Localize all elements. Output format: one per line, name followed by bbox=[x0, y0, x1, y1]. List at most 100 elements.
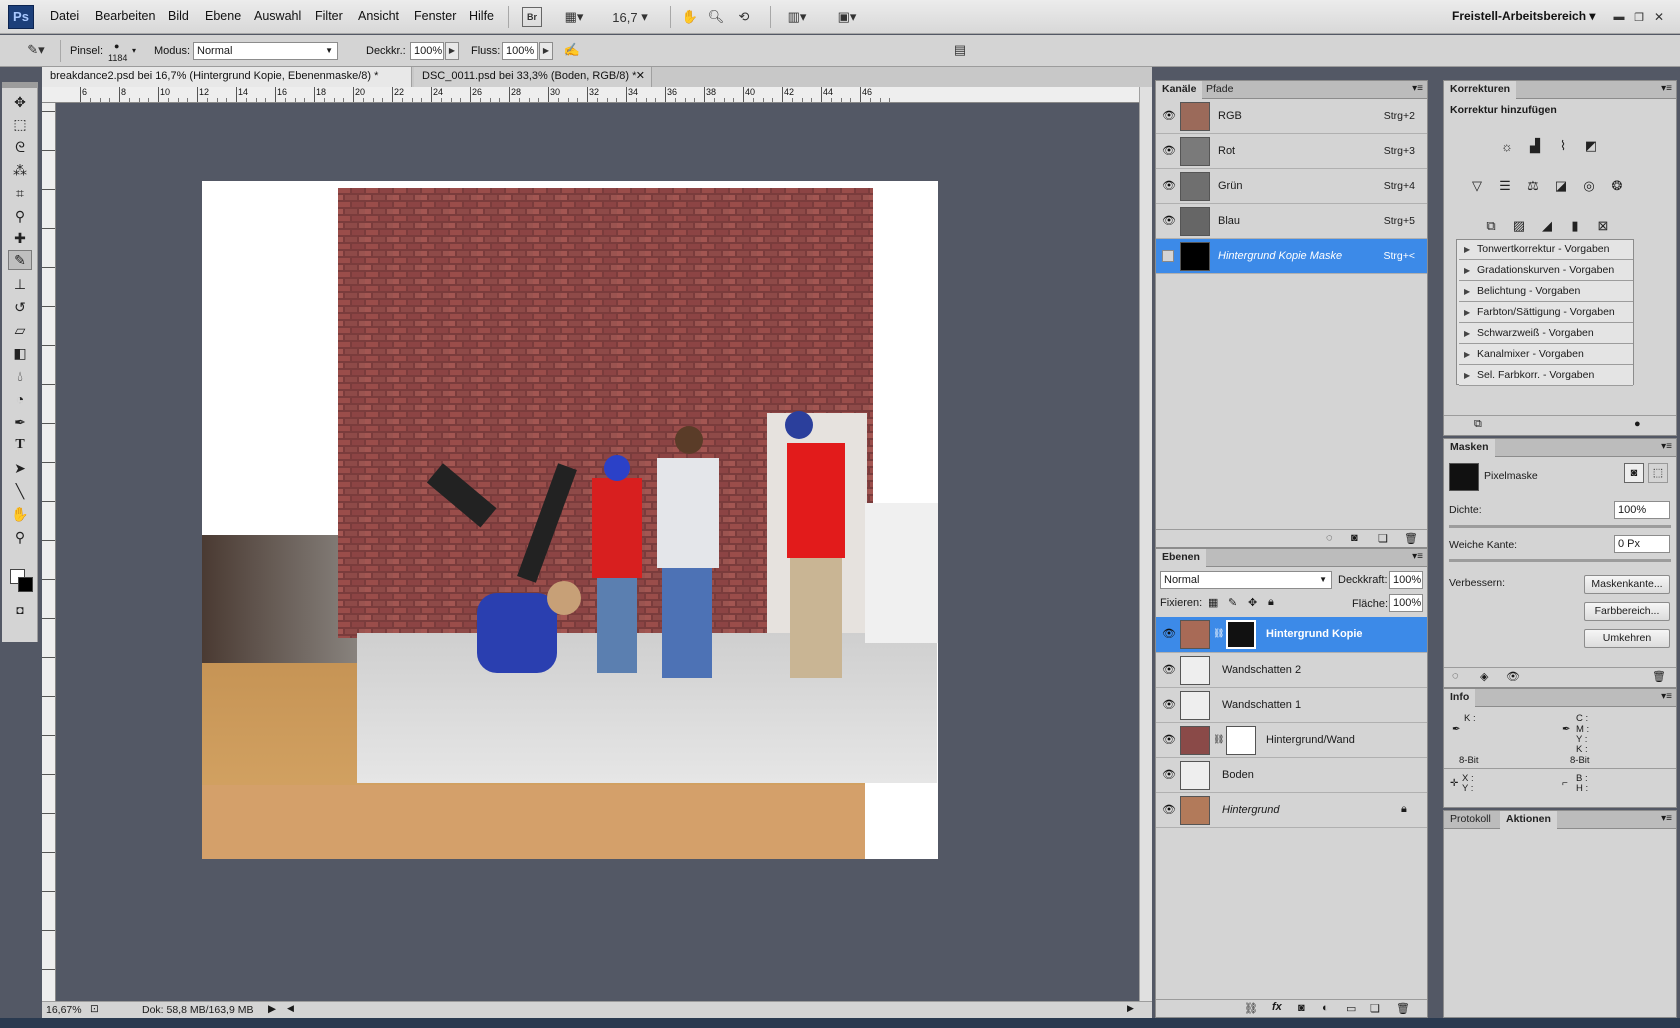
eye-icon[interactable]: 👁︎ bbox=[1162, 628, 1176, 640]
eye-icon[interactable]: 👁︎ bbox=[1162, 110, 1176, 122]
text-tool-icon[interactable]: T bbox=[8, 435, 32, 455]
zoom-status[interactable]: 16,67% bbox=[46, 1004, 82, 1016]
levels-icon[interactable]: ▟ bbox=[1524, 136, 1546, 156]
channel-row-mask[interactable]: Hintergrund Kopie Maske Strg+< bbox=[1156, 239, 1427, 274]
add-mask-icon[interactable]: ◙ bbox=[1298, 1002, 1305, 1014]
clone-stamp-tool-icon[interactable]: ⊥ bbox=[8, 274, 32, 294]
minimize-icon[interactable]: ▬ bbox=[1612, 7, 1626, 27]
lock-position-icon[interactable]: ✥ bbox=[1248, 596, 1257, 609]
lock-pixels-icon[interactable]: ✎ bbox=[1228, 596, 1237, 609]
vertical-scrollbar[interactable] bbox=[1139, 87, 1152, 1001]
opacity-field[interactable]: 100% bbox=[410, 42, 444, 60]
tab-paths[interactable]: Pfade bbox=[1200, 81, 1239, 99]
preset-item[interactable]: ▶ Sel. Farbkorr. - Vorgaben bbox=[1459, 366, 1633, 386]
visibility-box[interactable] bbox=[1162, 250, 1174, 262]
tab-masks[interactable]: Masken bbox=[1444, 439, 1495, 457]
line-tool-icon[interactable]: ╲ bbox=[8, 481, 32, 501]
panel-menu-icon[interactable]: ▾≡ bbox=[1661, 441, 1672, 452]
panel-menu-icon[interactable]: ▾≡ bbox=[1412, 551, 1423, 562]
status-icon[interactable]: ⊡ bbox=[90, 1003, 99, 1015]
panel-menu-icon[interactable]: ▾≡ bbox=[1661, 691, 1672, 702]
feather-slider[interactable] bbox=[1449, 559, 1671, 562]
eyedropper-tool-icon[interactable]: ⚲ bbox=[8, 206, 32, 226]
brush-picker[interactable]: ● 1184 ▾ bbox=[105, 38, 141, 66]
hue-saturation-icon[interactable]: ☰ bbox=[1494, 176, 1516, 196]
blend-mode-select[interactable]: Normal ▼ bbox=[1160, 571, 1332, 589]
opacity-slider-button[interactable]: ▶ bbox=[445, 42, 459, 60]
chain-link-icon[interactable]: ⛓︎ bbox=[1213, 628, 1224, 639]
eye-icon[interactable]: 👁︎ bbox=[1162, 664, 1176, 676]
pen-tool-icon[interactable]: ✒ bbox=[8, 412, 32, 432]
layer-row[interactable]: 👁︎ Wandschatten 2 bbox=[1156, 653, 1427, 688]
tool-preset-picker[interactable]: ✎▾ bbox=[22, 40, 50, 60]
adjustment-layer-icon[interactable]: ◐ bbox=[1322, 1002, 1329, 1014]
preset-item[interactable]: ▶ Gradationskurven - Vorgaben bbox=[1459, 261, 1633, 281]
tab-layers[interactable]: Ebenen bbox=[1156, 549, 1206, 567]
quick-mask-icon[interactable]: ◘ bbox=[8, 600, 32, 620]
preset-item[interactable]: ▶ Farbton/Sättigung - Vorgaben bbox=[1459, 303, 1633, 323]
tab-actions[interactable]: Aktionen bbox=[1500, 811, 1557, 829]
new-group-icon[interactable]: ▭ bbox=[1346, 1002, 1356, 1015]
history-brush-tool-icon[interactable]: ↺ bbox=[8, 297, 32, 317]
eye-icon[interactable]: 👁︎ bbox=[1162, 215, 1176, 227]
new-layer-icon[interactable]: ❏ bbox=[1370, 1002, 1380, 1015]
menu-bearbeiten[interactable]: Bearbeiten bbox=[95, 9, 155, 23]
load-selection-icon[interactable]: ◌ bbox=[1452, 670, 1459, 682]
panel-menu-icon[interactable]: ▾≡ bbox=[1661, 83, 1672, 94]
layer-row[interactable]: 👁︎ Boden bbox=[1156, 758, 1427, 793]
curves-icon[interactable]: ⌇ bbox=[1552, 136, 1574, 156]
density-field[interactable]: 100% bbox=[1614, 501, 1670, 519]
channel-mixer-icon[interactable]: ❂ bbox=[1606, 176, 1628, 196]
black-white-icon[interactable]: ◪ bbox=[1550, 176, 1572, 196]
status-menu-arrow-icon[interactable]: ▶ bbox=[268, 1003, 276, 1015]
path-selection-tool-icon[interactable]: ➤ bbox=[8, 458, 32, 478]
close-tab-icon[interactable]: ✕ bbox=[636, 67, 645, 86]
canvas-area[interactable] bbox=[57, 103, 1139, 1001]
marquee-tool-icon[interactable]: ⬚ bbox=[8, 114, 32, 134]
preset-item[interactable]: ▶ Belichtung - Vorgaben bbox=[1459, 282, 1633, 302]
healing-brush-tool-icon[interactable]: ✚ bbox=[8, 228, 32, 248]
chain-link-icon[interactable]: ⛓︎ bbox=[1213, 734, 1224, 745]
tab-info[interactable]: Info bbox=[1444, 689, 1476, 707]
preset-item[interactable]: ▶ Tonwertkorrektur - Vorgaben bbox=[1459, 240, 1633, 260]
panel-menu-icon[interactable]: ▾≡ bbox=[1661, 813, 1672, 824]
airbrush-icon[interactable]: ✍ bbox=[560, 40, 584, 60]
close-icon[interactable]: ✕ bbox=[1652, 7, 1666, 27]
color-range-button[interactable]: Farbbereich... bbox=[1584, 602, 1670, 621]
eye-icon[interactable]: 👁︎ bbox=[1162, 804, 1176, 816]
mode-select[interactable]: Normal ▼ bbox=[193, 42, 338, 60]
eye-icon[interactable]: 👁︎ bbox=[1162, 145, 1176, 157]
arrange-documents-button[interactable]: ▥▾ bbox=[780, 7, 814, 27]
trash-icon[interactable]: 🗑︎ bbox=[1652, 670, 1666, 683]
flow-slider-button[interactable]: ▶ bbox=[539, 42, 553, 60]
tab-history[interactable]: Protokoll bbox=[1444, 811, 1497, 829]
save-selection-icon[interactable]: ◙ bbox=[1351, 532, 1358, 544]
rotate-view-icon[interactable]: ⟲ bbox=[734, 7, 754, 27]
quick-selection-tool-icon[interactable]: ⁂ bbox=[8, 160, 32, 180]
eye-icon[interactable]: 👁︎ bbox=[1162, 180, 1176, 192]
doc-tab-dsc0011[interactable]: DSC_0011.psd bei 33,3% (Boden, RGB/8) * ✕ bbox=[414, 67, 652, 87]
paint-bucket-tool-icon[interactable]: ◧ bbox=[8, 343, 32, 363]
exposure-icon[interactable]: ◩ bbox=[1580, 136, 1602, 156]
brush-tool-icon[interactable]: ✎ bbox=[8, 250, 32, 270]
fill-field[interactable]: 100% bbox=[1389, 594, 1423, 612]
eye-icon[interactable]: 👁︎ bbox=[1162, 699, 1176, 711]
zoom-tool-icon[interactable]: ⚲ bbox=[8, 527, 32, 547]
zoom-level-dropdown[interactable]: 16,7 ▾ bbox=[612, 7, 647, 27]
clip-to-layer-icon[interactable]: ⧉ bbox=[1474, 418, 1482, 431]
color-balance-icon[interactable]: ⚖ bbox=[1522, 176, 1544, 196]
bridge-button[interactable]: Br bbox=[522, 7, 542, 27]
threshold-icon[interactable]: ◢ bbox=[1536, 216, 1558, 236]
hand-tool-icon[interactable]: ✋ bbox=[8, 504, 32, 524]
channel-row-green[interactable]: 👁︎ Grün Strg+4 bbox=[1156, 169, 1427, 204]
vibrance-icon[interactable]: ▽ bbox=[1466, 176, 1488, 196]
eraser-tool-icon[interactable]: ▱ bbox=[8, 320, 32, 340]
trash-icon[interactable]: 🗑︎ bbox=[1396, 1002, 1410, 1015]
background-color-swatch[interactable] bbox=[18, 577, 33, 592]
scroll-left-icon[interactable]: ◀ bbox=[287, 1003, 294, 1014]
blur-tool-icon[interactable]: 💧︎ bbox=[8, 366, 32, 386]
density-slider[interactable] bbox=[1449, 525, 1671, 528]
invert-icon[interactable]: ⧉ bbox=[1480, 216, 1502, 236]
tab-channels[interactable]: Kanäle bbox=[1156, 81, 1203, 99]
menu-auswahl[interactable]: Auswahl bbox=[254, 9, 301, 23]
